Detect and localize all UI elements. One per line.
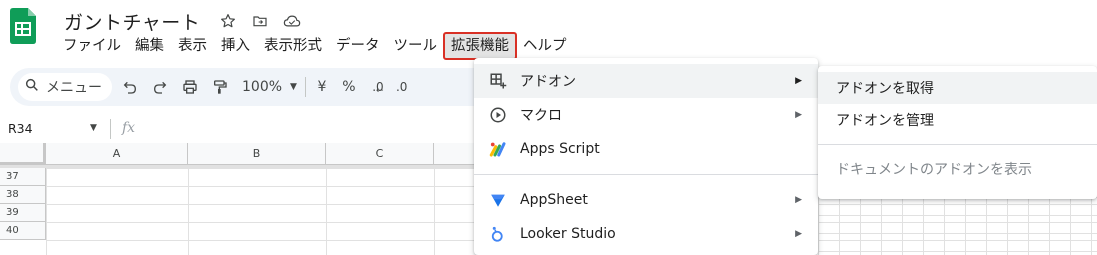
looker-studio-icon — [488, 224, 508, 244]
sheets-logo-icon[interactable] — [10, 8, 36, 44]
zoom-select[interactable]: 100% ▼ — [242, 73, 297, 101]
menu-bar: ファイル 編集 表示 挿入 表示形式 データ ツール 拡張機能 ヘルプ — [56, 32, 574, 60]
move-to-folder-icon[interactable] — [250, 11, 270, 31]
column-line — [326, 168, 327, 255]
submenu-item-get-addons[interactable]: アドオンを取得 — [818, 72, 1097, 104]
menu-item-macros[interactable]: マクロ ▶ — [474, 98, 818, 132]
menu-divider — [474, 174, 818, 175]
menu-search-button[interactable]: メニュー — [18, 73, 112, 101]
appsheet-icon — [488, 190, 508, 210]
extensions-menu: アドオン ▶ マクロ ▶ Apps Script AppSheet ▶ Look… — [474, 58, 818, 255]
menu-item-label: Looker Studio — [520, 226, 616, 242]
submenu-arrow-icon: ▶ — [795, 110, 802, 120]
menu-item-label: アドオン — [520, 74, 576, 90]
menu-edit[interactable]: 編集 — [128, 33, 171, 59]
apps-script-icon — [488, 139, 508, 159]
document-title[interactable]: ガントチャート — [64, 8, 200, 35]
zoom-value: 100% — [242, 79, 283, 95]
submenu-arrow-icon: ▶ — [795, 76, 802, 86]
arrow-left-icon: ← — [375, 86, 384, 96]
column-line — [434, 168, 435, 255]
menu-view[interactable]: 表示 — [171, 33, 214, 59]
menu-item-label: マクロ — [520, 108, 562, 124]
menu-tools[interactable]: ツール — [387, 33, 445, 59]
chevron-down-icon[interactable]: ▼ — [90, 123, 97, 133]
fx-icon: fx — [122, 120, 136, 136]
increase-decimal-label: .0 — [395, 80, 408, 94]
macro-icon — [488, 105, 508, 125]
menu-search-label: メニュー — [46, 80, 102, 96]
formula-bar-divider — [110, 119, 111, 139]
submenu-item-view-document-addons: ドキュメントのアドオンを表示 — [836, 162, 1032, 178]
submenu-arrow-icon: ▶ — [795, 229, 802, 239]
submenu-arrow-icon: ▶ — [795, 195, 802, 205]
print-icon[interactable] — [178, 73, 202, 101]
menu-help[interactable]: ヘルプ — [516, 33, 574, 59]
name-box[interactable]: R34 — [8, 121, 33, 136]
cloud-saved-icon[interactable] — [282, 11, 302, 31]
column-header-c[interactable]: C — [326, 143, 434, 165]
row-header-38[interactable]: 38 — [0, 186, 46, 204]
menu-item-looker-studio[interactable]: Looker Studio ▶ — [474, 217, 818, 251]
cell-area-right[interactable] — [818, 197, 1097, 255]
percent-format-button[interactable]: % — [338, 73, 360, 101]
paint-format-icon[interactable] — [208, 73, 232, 101]
row-header-39[interactable]: 39 — [0, 204, 46, 222]
menu-item-appsheet[interactable]: AppSheet ▶ — [474, 183, 818, 217]
undo-icon[interactable] — [118, 73, 142, 101]
column-line — [188, 168, 189, 255]
menu-data[interactable]: データ — [329, 33, 387, 59]
submenu-item-manage-addons[interactable]: アドオンを管理 — [818, 104, 1097, 136]
decrease-decimal-button[interactable]: .0 ← — [366, 73, 390, 101]
menu-format[interactable]: 表示形式 — [257, 33, 329, 59]
menu-extensions[interactable]: 拡張機能 — [443, 32, 517, 60]
column-header-b[interactable]: B — [188, 143, 326, 165]
menu-item-apps-script[interactable]: Apps Script — [474, 132, 818, 166]
column-header-a[interactable]: A — [46, 143, 188, 165]
toolbar-divider — [304, 77, 306, 97]
menu-file[interactable]: ファイル — [56, 33, 128, 59]
menu-insert[interactable]: 挿入 — [214, 33, 257, 59]
search-icon — [24, 77, 40, 97]
row-header-37[interactable]: 37 — [0, 168, 46, 186]
redo-icon[interactable] — [148, 73, 172, 101]
menu-divider — [818, 144, 1097, 145]
star-icon[interactable] — [218, 11, 238, 31]
chevron-down-icon: ▼ — [290, 82, 297, 92]
menu-item-label: AppSheet — [520, 192, 588, 208]
menu-item-addons[interactable]: アドオン ▶ — [474, 64, 818, 98]
row-header-40[interactable]: 40 — [0, 222, 46, 240]
currency-format-button[interactable]: ¥ — [312, 73, 332, 101]
increase-decimal-button[interactable]: .0 — [396, 73, 410, 101]
addons-icon — [488, 71, 508, 91]
select-all-corner[interactable] — [0, 143, 46, 165]
toolbar: メニュー 100% ▼ ¥ % .0 ← .0 — [10, 68, 490, 106]
addons-submenu: アドオンを取得 アドオンを管理 ドキュメントのアドオンを表示 — [818, 66, 1097, 199]
menu-item-label: Apps Script — [520, 141, 600, 157]
